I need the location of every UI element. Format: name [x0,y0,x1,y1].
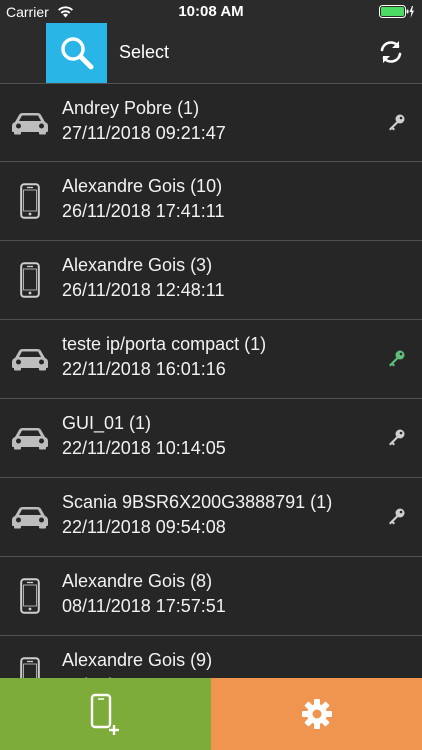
car-icon [10,498,50,536]
list-item[interactable]: Scania 9BSR6X200G3888791 (1) 22/11/2018 0… [0,478,422,557]
device-name: GUI_01 (1) [62,413,152,433]
battery-icon [379,5,415,24]
page-title[interactable]: Select [119,42,169,63]
search-button[interactable] [46,23,107,83]
device-timestamp: 22/11/2018 09:54:08 [62,517,226,537]
key-icon[interactable] [386,349,406,369]
device-timestamp: 27/11/2018 09:21:47 [62,123,226,143]
gear-icon [301,699,332,729]
key-icon[interactable] [386,428,406,448]
device-name: Andrey Pobre (1) [62,98,200,118]
key-icon[interactable] [386,507,406,527]
car-icon [10,340,50,378]
add-device-button[interactable] [0,678,211,750]
status-bar: Carrier 10:08 AM [0,0,422,23]
device-name: teste ip/porta compact (1) [62,334,267,354]
device-timestamp: 26/11/2018 12:48:11 [62,280,225,300]
list-item[interactable]: Andrey Pobre (1) 27/11/2018 09:21:47 [0,83,422,162]
device-list[interactable]: Andrey Pobre (1) 27/11/2018 09:21:47 Alexa… [0,83,422,678]
list-item[interactable]: Alexandre Gois (3) 26/11/2018 12:48:11 [0,241,422,320]
settings-button[interactable] [211,678,422,750]
phone-icon [10,656,50,678]
list-item[interactable]: GUI_01 (1) 22/11/2018 10:14:05 [0,399,422,478]
refresh-icon [380,41,402,63]
device-timestamp: 08/11/2018 17:57:51 [62,596,226,616]
device-name: Alexandre Gois (3) [62,255,213,275]
list-item[interactable]: Alexandre Gois (9)06/11/2018 16:16:16 [0,636,422,678]
device-timestamp: 22/11/2018 16:01:16 [62,359,226,379]
phone-icon [10,182,50,220]
refresh-button[interactable] [378,39,404,65]
device-timestamp: 26/11/2018 17:41:11 [62,201,225,221]
device-name: Alexandre Gois (8) [62,571,213,591]
car-icon [10,104,50,142]
bottom-bar [0,678,422,750]
key-icon[interactable] [386,113,406,133]
device-timestamp: 22/11/2018 10:14:05 [62,438,226,458]
phone-icon [10,577,50,615]
add-device-icon [90,693,119,735]
list-item[interactable]: teste ip/porta compact (1) 22/11/2018 16:… [0,320,422,399]
clock: 10:08 AM [178,3,244,20]
device-name: Alexandre Gois (10) [62,176,223,196]
search-icon [60,37,93,70]
list-item[interactable]: Alexandre Gois (8) 08/11/2018 17:57:51 [0,557,422,636]
list-item[interactable]: Alexandre Gois (10) 26/11/2018 17:41:11 [0,162,422,241]
device-name: Scania 9BSR6X200G3888791 (1) [62,492,333,512]
phone-icon [10,261,50,299]
device-name: Alexandre Gois (9) [62,650,213,670]
nav-bar: Select [0,23,422,83]
car-icon [10,419,50,457]
